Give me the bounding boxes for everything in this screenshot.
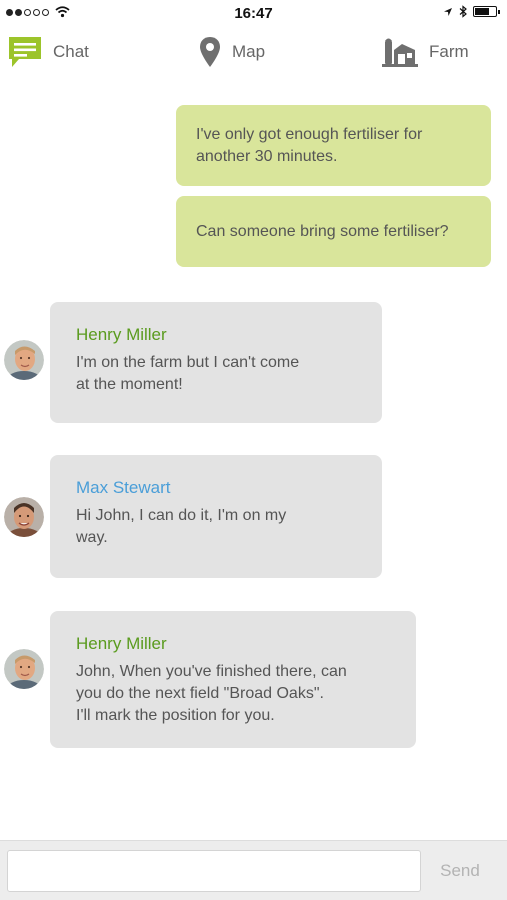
- bluetooth-icon: [459, 5, 467, 18]
- person-photo-icon: [4, 497, 44, 537]
- incoming-message-bubble: Henry Miller I'm on the farm but I can't…: [50, 302, 382, 423]
- message-line: I'll mark the position for you.: [76, 707, 275, 724]
- sender-name: Henry Miller: [76, 325, 167, 344]
- message-line: I've only got enough fertiliser for: [196, 125, 423, 143]
- avatar-henry-miller[interactable]: [4, 649, 44, 689]
- message-composer: Send: [0, 840, 507, 900]
- farm-icon: [382, 38, 418, 67]
- status-bar: 16:47: [0, 0, 507, 26]
- nav-farm-label: Farm: [429, 42, 469, 61]
- nav-item-map[interactable]: Map: [198, 28, 265, 76]
- message-text: Can someone bring some fertiliser?: [196, 221, 471, 243]
- status-right: [443, 5, 500, 18]
- nav-chat-label: Chat: [53, 42, 89, 61]
- status-time: 16:47: [234, 5, 273, 22]
- message-line: Can someone bring some fertiliser?: [196, 222, 449, 240]
- person-photo-icon: [4, 340, 44, 380]
- top-nav: Chat Map Farm: [0, 28, 507, 76]
- outgoing-message-bubble: Can someone bring some fertiliser?: [176, 196, 491, 267]
- message-line: Hi John, I can do it, I'm on my: [76, 507, 287, 524]
- message-line: way.: [76, 529, 108, 546]
- location-arrow-icon: [444, 7, 452, 16]
- message-line: John, When you've finished there, can: [76, 663, 347, 680]
- message-input[interactable]: [7, 850, 421, 892]
- person-photo-icon: [4, 649, 44, 689]
- sender-name: Henry Miller: [76, 634, 167, 653]
- outgoing-message-bubble: I've only got enough fertiliser for anot…: [176, 105, 491, 186]
- send-button[interactable]: Send: [430, 850, 490, 892]
- battery-icon: [473, 6, 500, 17]
- message-line: you do the next field "Broad Oaks".: [76, 685, 324, 702]
- map-pin-icon: [200, 37, 220, 67]
- message-line: another 30 minutes.: [196, 147, 338, 165]
- message-text: I've only got enough fertiliser for anot…: [196, 124, 471, 168]
- message-line: at the moment!: [76, 376, 183, 393]
- incoming-message-bubble: Max Stewart Hi John, I can do it, I'm on…: [50, 455, 382, 578]
- sender-name: Max Stewart: [76, 478, 171, 497]
- avatar-max-stewart[interactable]: [4, 497, 44, 537]
- message-line: I'm on the farm but I can't come: [76, 354, 300, 371]
- avatar-henry-miller[interactable]: [4, 340, 44, 380]
- nav-item-chat[interactable]: Chat: [7, 28, 89, 76]
- nav-item-farm[interactable]: Farm: [381, 28, 469, 76]
- nav-map-label: Map: [232, 42, 266, 61]
- chat-icon: [9, 37, 41, 67]
- incoming-message-bubble: Henry Miller John, When you've finished …: [50, 611, 416, 748]
